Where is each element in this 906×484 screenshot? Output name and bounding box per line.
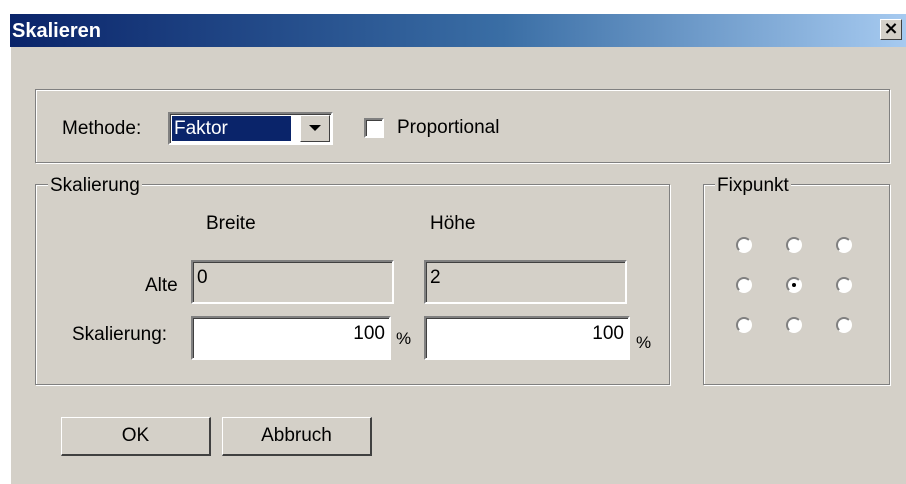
- scale-label: Skalierung:: [72, 324, 168, 345]
- method-label: Methode:: [62, 118, 142, 139]
- width-column-header: Breite: [206, 213, 256, 234]
- ok-button[interactable]: OK: [61, 417, 211, 456]
- fixpoint-top-left-radio[interactable]: [736, 237, 752, 253]
- dropdown-arrow-icon[interactable]: [300, 115, 330, 142]
- method-combobox[interactable]: Faktor: [168, 112, 333, 145]
- fixpoint-bottom-left-radio[interactable]: [736, 317, 752, 333]
- close-button[interactable]: ×: [880, 19, 902, 40]
- old-size-label: Alte: [145, 275, 178, 296]
- proportional-label: Proportional: [397, 117, 500, 138]
- close-icon: ×: [883, 18, 899, 39]
- fixpoint-middle-left-radio[interactable]: [736, 277, 752, 293]
- scaling-group-legend: Skalierung: [48, 175, 142, 196]
- window-title: Skalieren: [12, 20, 101, 42]
- fixpoint-middle-right-radio[interactable]: [836, 277, 852, 293]
- cancel-button[interactable]: Abbruch: [222, 417, 372, 456]
- title-bar[interactable]: Skalieren ×: [10, 14, 906, 47]
- height-column-header: Höhe: [430, 213, 476, 234]
- proportional-checkbox[interactable]: [364, 118, 384, 138]
- scale-width-unit: %: [396, 329, 412, 348]
- fixpoint-center-radio[interactable]: [786, 277, 802, 293]
- fixpoint-top-center-radio[interactable]: [786, 237, 802, 253]
- fixpoint-group-legend: Fixpunkt: [715, 175, 791, 196]
- fixpoint-bottom-right-radio[interactable]: [836, 317, 852, 333]
- scale-height-input[interactable]: 100: [424, 316, 630, 360]
- fixpoint-top-right-radio[interactable]: [836, 237, 852, 253]
- scale-width-input[interactable]: 100: [191, 316, 391, 360]
- fixpoint-bottom-center-radio[interactable]: [786, 317, 802, 333]
- old-height-field: 2: [424, 260, 627, 304]
- old-width-field: 0: [191, 260, 394, 304]
- scale-height-unit: %: [636, 333, 652, 352]
- method-selected-value: Faktor: [172, 116, 291, 141]
